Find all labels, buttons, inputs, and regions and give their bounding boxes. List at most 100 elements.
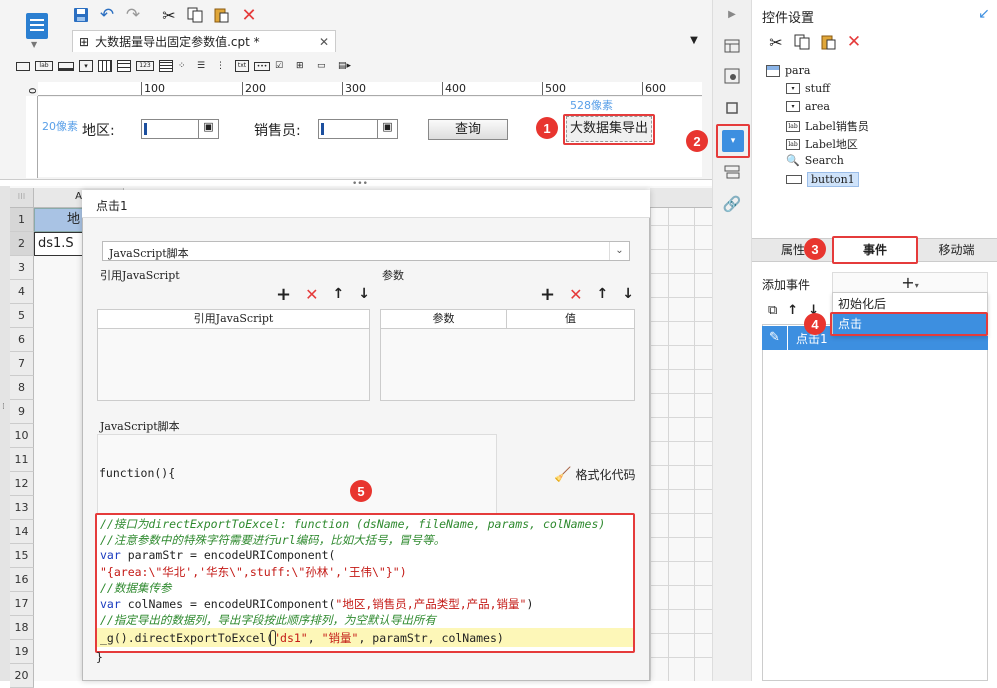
highlight-widget-settings bbox=[716, 124, 750, 158]
chevron-right-icon[interactable]: ▶ bbox=[722, 6, 742, 22]
cell-attr-icon[interactable] bbox=[722, 36, 742, 56]
label-widget-icon[interactable]: lab bbox=[35, 61, 53, 71]
add-icon: + bbox=[901, 273, 915, 292]
row-number[interactable]: 10 bbox=[10, 424, 34, 448]
calendar-icon[interactable]: ▣ bbox=[198, 120, 218, 138]
tree-root[interactable]: para bbox=[766, 64, 810, 77]
row-number[interactable]: 20 bbox=[10, 664, 34, 688]
event-list bbox=[762, 324, 988, 681]
menu-item-after-init[interactable]: 初始化后 bbox=[838, 295, 886, 312]
row-number[interactable]: 12 bbox=[10, 472, 34, 496]
delete-icon[interactable]: ✕ bbox=[305, 285, 318, 304]
dialog-title-bar[interactable] bbox=[82, 190, 650, 218]
tab-mobile[interactable]: 移动端 bbox=[916, 240, 997, 260]
number-widget-icon[interactable]: 123 bbox=[136, 61, 154, 71]
row-number[interactable]: 5 bbox=[10, 304, 34, 328]
edit-icon[interactable]: ✎ bbox=[762, 326, 788, 350]
tree-item-label-region[interactable]: lab Label地区 bbox=[786, 136, 858, 152]
row-number[interactable]: 9 bbox=[10, 400, 34, 424]
textfield-widget-icon[interactable] bbox=[58, 61, 74, 71]
calendar-widget-icon[interactable] bbox=[117, 60, 131, 72]
crop-icon[interactable] bbox=[722, 98, 742, 118]
row-number[interactable]: 14 bbox=[10, 520, 34, 544]
tree-item-stuff[interactable]: ▾ stuff bbox=[786, 82, 830, 95]
tree-item-label-salesman[interactable]: lab Label销售员 bbox=[786, 118, 869, 134]
combo-widget-icon: ▾ bbox=[786, 83, 800, 94]
row-number[interactable]: 17 bbox=[10, 592, 34, 616]
params-table[interactable]: 参数 值 bbox=[380, 309, 635, 401]
arrow-up-icon[interactable]: ↑ bbox=[597, 286, 609, 302]
row-number[interactable]: 6 bbox=[10, 328, 34, 352]
tree-item-button1[interactable]: button1 bbox=[786, 172, 859, 187]
close-icon[interactable]: ✕ bbox=[319, 35, 329, 49]
collapse-arrow-icon[interactable]: ↙ bbox=[976, 6, 992, 22]
button-widget-icon[interactable] bbox=[16, 61, 30, 71]
sheet-corner[interactable]: ⁝⁝⁝ bbox=[10, 188, 34, 208]
calendar-icon[interactable]: ▣ bbox=[377, 120, 397, 138]
arrow-down-icon[interactable]: ↓ bbox=[622, 286, 634, 302]
save-icon[interactable] bbox=[70, 4, 92, 26]
row-number[interactable]: 16 bbox=[10, 568, 34, 592]
row-number[interactable]: 2 bbox=[10, 232, 34, 256]
arrow-up-icon[interactable]: ↑ bbox=[333, 286, 345, 302]
delete-icon[interactable]: ✕ bbox=[569, 285, 582, 304]
copy-icon[interactable] bbox=[184, 4, 206, 26]
tree-item-search[interactable]: 🔍 Search bbox=[786, 154, 844, 167]
checkbox-single-icon[interactable]: ☑ bbox=[275, 60, 291, 72]
tree-widget-icon[interactable]: ⋮ bbox=[216, 60, 230, 72]
more-widgets-icon[interactable]: ▤▸ bbox=[338, 60, 358, 72]
row-number[interactable]: 19 bbox=[10, 640, 34, 664]
row-number[interactable]: 1 bbox=[10, 208, 34, 232]
arrow-up-icon[interactable]: ↑ bbox=[787, 303, 798, 318]
checkbox-widget-icon[interactable]: ☰ bbox=[197, 60, 211, 72]
password-widget-icon[interactable]: ••• bbox=[254, 61, 270, 71]
add-event-button[interactable]: +▾ bbox=[832, 272, 988, 294]
link-icon[interactable]: 🔗 bbox=[722, 194, 742, 214]
radio-widget-icon[interactable]: ⁘ bbox=[178, 60, 192, 72]
delete-icon[interactable]: ✕ bbox=[844, 32, 864, 52]
cut-icon[interactable]: ✂ bbox=[766, 32, 786, 52]
cell-element-icon[interactable] bbox=[722, 66, 742, 86]
tab-menu-icon[interactable]: ▼ bbox=[686, 32, 702, 48]
document-tab[interactable]: ⊞ 大数据量导出固定参数值.cpt * ✕ bbox=[72, 30, 336, 52]
region-combo[interactable]: ▣ bbox=[141, 119, 219, 139]
script-type-select[interactable]: JavaScript脚本 ⌄ bbox=[102, 241, 630, 261]
ref-js-table[interactable]: 引用JavaScript bbox=[97, 309, 370, 401]
row-number[interactable]: 18 bbox=[10, 616, 34, 640]
add-icon[interactable]: + bbox=[540, 284, 555, 305]
file-widget-icon[interactable]: ▭ bbox=[317, 60, 333, 72]
row-number[interactable]: 7 bbox=[10, 352, 34, 376]
row-number[interactable]: 3 bbox=[10, 256, 34, 280]
row-number[interactable]: 15 bbox=[10, 544, 34, 568]
add-icon[interactable]: + bbox=[276, 284, 291, 305]
copy-icon[interactable]: ⧉ bbox=[768, 303, 777, 318]
chevron-down-icon: ▾ bbox=[914, 281, 919, 290]
date-widget-icon[interactable] bbox=[98, 60, 112, 72]
row-number[interactable]: 11 bbox=[10, 448, 34, 472]
query-button[interactable]: 查询 bbox=[428, 119, 508, 140]
row-number[interactable]: 13 bbox=[10, 496, 34, 520]
js-script-label: JavaScript脚本 bbox=[100, 420, 180, 433]
salesman-combo[interactable]: ▣ bbox=[318, 119, 398, 139]
list-widget-icon[interactable] bbox=[159, 60, 173, 72]
delete-icon[interactable]: ✕ bbox=[238, 4, 260, 26]
treecombo-widget-icon[interactable]: ⊞ bbox=[296, 60, 312, 72]
sheet-left-handle[interactable]: ⁞ bbox=[2, 402, 5, 412]
tree-item-area[interactable]: ▾ area bbox=[786, 100, 830, 113]
format-code-button[interactable]: 🧹 格式化代码 bbox=[554, 466, 635, 483]
paste-icon[interactable] bbox=[210, 4, 232, 26]
chevron-down-icon[interactable]: ▼ bbox=[31, 40, 37, 49]
combo-widget-icon[interactable]: ▾ bbox=[79, 60, 93, 72]
paste-icon[interactable] bbox=[818, 32, 838, 52]
row-number[interactable]: 4 bbox=[10, 280, 34, 304]
condition-icon[interactable] bbox=[722, 162, 742, 182]
redo-icon[interactable]: ↷ bbox=[122, 4, 144, 26]
copy-icon[interactable] bbox=[792, 32, 812, 52]
text-widget-icon[interactable]: txt bbox=[235, 60, 249, 72]
row-number[interactable]: 8 bbox=[10, 376, 34, 400]
step-badge-5: 5 bbox=[350, 480, 372, 502]
arrow-down-icon[interactable]: ↓ bbox=[358, 286, 370, 302]
script-type-value: JavaScript脚本 bbox=[109, 247, 189, 260]
undo-icon[interactable]: ↶ bbox=[96, 4, 118, 26]
cut-icon[interactable]: ✂ bbox=[158, 4, 180, 26]
